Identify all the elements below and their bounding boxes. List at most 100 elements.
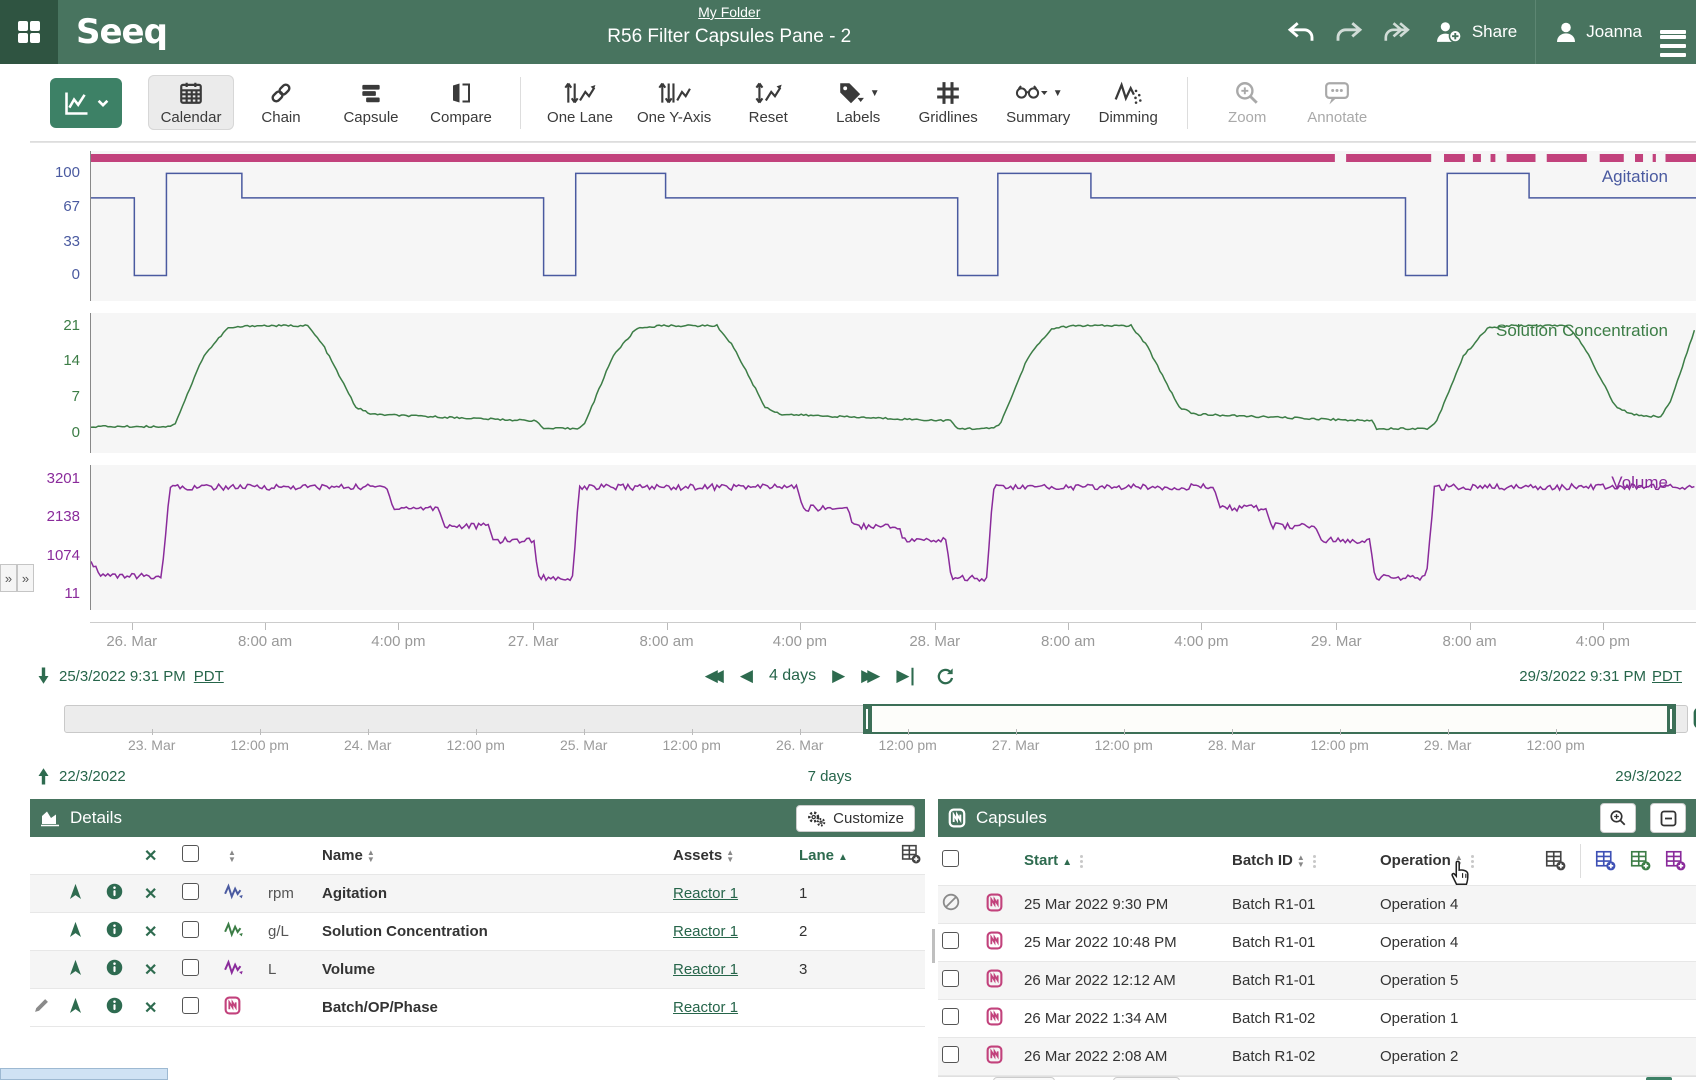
add-capsule-column-icon[interactable] [1665, 850, 1686, 871]
timeline-end-date[interactable]: 29/3/2022 [1615, 768, 1682, 785]
details-col-name[interactable]: Name [322, 847, 363, 864]
remove-all-icon[interactable]: ✕ [144, 848, 157, 865]
pin-icon[interactable] [68, 997, 83, 1014]
timeline-selection[interactable] [863, 704, 1676, 734]
tool-capsule[interactable]: Capsule [328, 75, 414, 130]
range-duration[interactable]: 4 days [769, 667, 816, 685]
tool-reset[interactable]: Reset [725, 75, 811, 130]
info-icon[interactable] [106, 997, 123, 1014]
range-end-timezone[interactable]: PDT [1652, 668, 1682, 685]
share-button[interactable]: Share [1434, 20, 1517, 44]
add-signal-column-icon[interactable] [1595, 850, 1616, 871]
details-col-assets[interactable]: Assets [673, 847, 722, 864]
hamburger-menu-button[interactable] [1660, 25, 1686, 39]
capsules-zoom-button[interactable] [1600, 803, 1636, 833]
refresh-icon[interactable] [936, 667, 955, 686]
item-name[interactable]: Batch/OP/Phase [322, 999, 438, 1016]
panel-splitter[interactable] [925, 799, 938, 1080]
sort-operation-icon[interactable]: ▲▼ [1455, 854, 1463, 868]
info-icon[interactable] [106, 959, 123, 976]
capsule-checkbox[interactable] [942, 932, 959, 949]
tool-dimming[interactable]: Dimming [1085, 75, 1171, 130]
asset-link[interactable]: Reactor 1 [673, 885, 738, 902]
timeline-start-date[interactable]: 22/3/2022 [59, 768, 126, 785]
tool-chain[interactable]: Chain [238, 75, 324, 130]
sort-batch-icon[interactable]: ▲▼ [1297, 854, 1305, 868]
details-row-batch-op-phase[interactable]: ✕ Batch/OP/Phase Reactor 1 [30, 989, 925, 1027]
asset-link[interactable]: Reactor 1 [673, 923, 738, 940]
capsule-row-3[interactable]: 26 Mar 2022 12:12 AMBatch R1-01Operation… [938, 961, 1696, 999]
series-label-volume[interactable]: Volume [1611, 473, 1668, 493]
lane-solution-concentration[interactable]: 211470Solution Concentration [30, 313, 1696, 453]
excluded-icon[interactable] [942, 893, 960, 911]
expand-panel-chevrons-icon[interactable]: » [0, 564, 17, 592]
item-name[interactable]: Solution Concentration [322, 923, 488, 940]
add-column-dark-icon[interactable] [1545, 850, 1566, 871]
timeline-track[interactable] [64, 705, 1688, 733]
row-checkbox[interactable] [182, 959, 199, 976]
tool-gridlines[interactable]: Gridlines [905, 75, 991, 130]
tool-calendar[interactable]: Calendar [148, 75, 234, 130]
sort-icon[interactable]: ▲▼ [228, 849, 236, 863]
details-row-agitation[interactable]: ✕rpmAgitationReactor 11 [30, 875, 925, 913]
remove-item-icon[interactable]: ✕ [144, 1000, 157, 1017]
remove-item-icon[interactable]: ✕ [144, 924, 157, 941]
capsule-checkbox[interactable] [942, 970, 959, 987]
series-label-solution-concentration[interactable]: Solution Concentration [1496, 321, 1668, 341]
undo-button[interactable] [1286, 21, 1316, 43]
apps-grid-button[interactable] [0, 0, 58, 64]
capsule-row-1[interactable]: 25 Mar 2022 9:30 PMBatch R1-01Operation … [938, 885, 1696, 923]
capsules-select-all-checkbox[interactable] [942, 850, 959, 867]
pin-icon[interactable] [68, 921, 83, 938]
step-back-large-button[interactable]: ◀◀ [705, 666, 724, 686]
step-to-end-button[interactable]: ▶❘ [896, 666, 919, 686]
tool-summary[interactable]: ▼Summary [995, 75, 1081, 130]
edit-pencil-icon[interactable] [34, 998, 49, 1013]
batch-column-menu-icon[interactable] [1313, 855, 1316, 868]
sort-lane-asc-icon[interactable]: ▲ [838, 852, 848, 863]
item-name[interactable]: Volume [322, 961, 375, 978]
operation-column-menu-icon[interactable] [1471, 855, 1474, 868]
lane-volume[interactable]: 32012138107411Volume [30, 465, 1696, 610]
capsule-row-2[interactable]: 25 Mar 2022 10:48 PMBatch R1-01Operation… [938, 923, 1696, 961]
capsules-collapse-button[interactable] [1650, 803, 1686, 833]
current-page-badge[interactable]: 1 [1646, 1077, 1672, 1080]
details-row-volume[interactable]: ✕LVolumeReactor 13 [30, 951, 925, 989]
capsule-row-4[interactable]: 26 Mar 2022 1:34 AMBatch R1-02Operation … [938, 999, 1696, 1037]
capsule-checkbox[interactable] [942, 1008, 959, 1025]
tool-compare[interactable]: Compare [418, 75, 504, 130]
pin-icon[interactable] [68, 959, 83, 976]
customize-button[interactable]: Customize [796, 805, 915, 832]
item-name[interactable]: Agitation [322, 885, 387, 902]
range-start-date[interactable]: 25/3/2022 9:31 PM [59, 668, 186, 685]
timeline-span[interactable]: 7 days [808, 768, 852, 785]
info-icon[interactable] [106, 883, 123, 900]
timeline-right-handle[interactable] [1667, 704, 1676, 734]
capsule-checkbox[interactable] [942, 1046, 959, 1063]
breadcrumb-my-folder[interactable]: My Folder [607, 4, 851, 20]
add-column-icon[interactable] [901, 844, 921, 864]
step-back-button[interactable]: ◀ [740, 666, 753, 686]
asset-link[interactable]: Reactor 1 [673, 999, 738, 1016]
step-forward-button[interactable]: ▶ [832, 666, 845, 686]
pin-icon[interactable] [68, 883, 83, 900]
capsules-col-batch[interactable]: Batch ID [1232, 852, 1293, 869]
range-start-timezone[interactable]: PDT [194, 668, 224, 685]
remove-item-icon[interactable]: ✕ [144, 962, 157, 979]
redo-all-button[interactable] [1382, 21, 1416, 43]
sort-assets-icon[interactable]: ▲▼ [726, 849, 734, 863]
user-menu[interactable]: Joanna [1554, 20, 1642, 44]
capsule-row-5[interactable]: 26 Mar 2022 2:08 AMBatch R1-02Operation … [938, 1037, 1696, 1075]
row-checkbox[interactable] [182, 921, 199, 938]
tool-one-y-axis[interactable]: One Y-Axis [627, 75, 721, 130]
capsules-col-start[interactable]: Start [1024, 852, 1058, 869]
range-end-date[interactable]: 29/3/2022 9:31 PM [1519, 668, 1646, 685]
tool-one-lane[interactable]: One Lane [537, 75, 623, 130]
series-label-agitation[interactable]: Agitation [1602, 167, 1668, 187]
row-checkbox[interactable] [182, 883, 199, 900]
add-condition-column-icon[interactable] [1630, 850, 1651, 871]
info-icon[interactable] [106, 921, 123, 938]
asset-link[interactable]: Reactor 1 [673, 961, 738, 978]
details-row-solution-concentration[interactable]: ✕g/LSolution ConcentrationReactor 12 [30, 913, 925, 951]
chart-lanes[interactable]: 10067330Agitation211470Solution Concentr… [30, 142, 1696, 610]
